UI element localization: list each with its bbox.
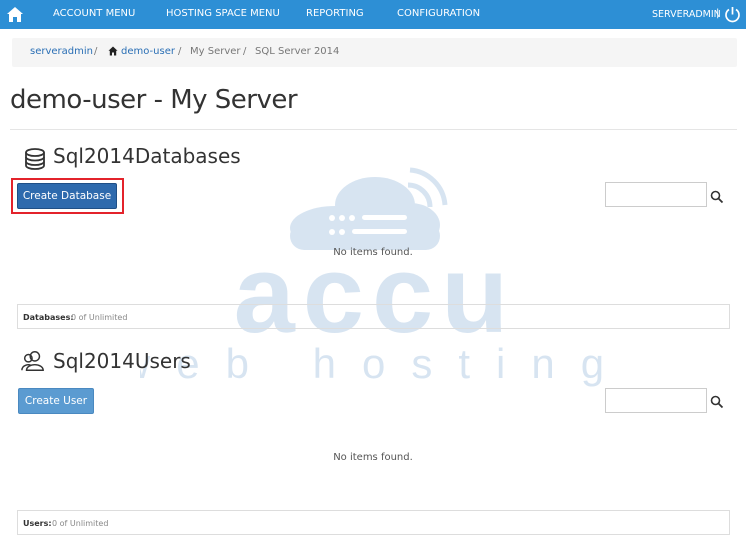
users-empty-message: No items found.: [333, 452, 413, 463]
nav-configuration[interactable]: CONFIGURATION: [397, 8, 480, 19]
watermark-line2: web hosting: [140, 340, 610, 387]
user-separator: |: [716, 8, 720, 19]
home-icon[interactable]: [6, 6, 24, 23]
databases-quota-box: Databases: 0 of Unlimited: [17, 304, 730, 329]
database-icon: [25, 148, 45, 170]
databases-quota-label: Databases:: [23, 313, 74, 322]
databases-search-input[interactable]: [605, 182, 707, 207]
breadcrumb-serveradmin[interactable]: serveradmin: [30, 46, 93, 57]
create-database-button[interactable]: Create Database: [17, 183, 117, 209]
databases-section-title: Sql2014Databases: [53, 144, 241, 168]
page-title: demo-user - My Server: [10, 85, 298, 115]
breadcrumb-divider: /: [243, 46, 247, 57]
breadcrumb-divider: /: [178, 46, 182, 57]
databases-empty-message: No items found.: [333, 247, 413, 258]
nav-account-menu[interactable]: ACCOUNT MENU: [53, 8, 135, 19]
nav-reporting[interactable]: REPORTING: [306, 8, 364, 19]
breadcrumb-divider: /: [94, 46, 98, 57]
breadcrumb-demo-user[interactable]: demo-user: [121, 46, 175, 57]
users-icon: [21, 351, 44, 371]
watermark-logo: accu web hosting: [140, 167, 610, 387]
current-user[interactable]: SERVERADMIN: [652, 9, 721, 20]
databases-quota-value: 0 of Unlimited: [71, 313, 128, 322]
users-search-input[interactable]: [605, 388, 707, 413]
title-divider: [10, 129, 737, 130]
create-user-button[interactable]: Create User: [18, 388, 94, 414]
breadcrumb-my-server[interactable]: My Server: [190, 46, 241, 57]
users-section-title: Sql2014Users: [53, 349, 191, 373]
search-icon[interactable]: [710, 395, 724, 409]
breadcrumb-sql-server: SQL Server 2014: [255, 46, 340, 57]
house-icon: [108, 46, 118, 56]
top-navbar: ACCOUNT MENU HOSTING SPACE MENU REPORTIN…: [0, 0, 746, 29]
users-quota-value: 0 of Unlimited: [52, 519, 109, 528]
nav-hosting-space-menu[interactable]: HOSTING SPACE MENU: [166, 8, 280, 19]
search-icon[interactable]: [710, 190, 724, 204]
breadcrumb: serveradmin / demo-user / My Server / SQ…: [12, 38, 737, 67]
logout-power-icon[interactable]: [724, 6, 741, 23]
users-quota-label: Users:: [23, 519, 52, 528]
users-quota-box: Users: 0 of Unlimited: [17, 510, 730, 535]
